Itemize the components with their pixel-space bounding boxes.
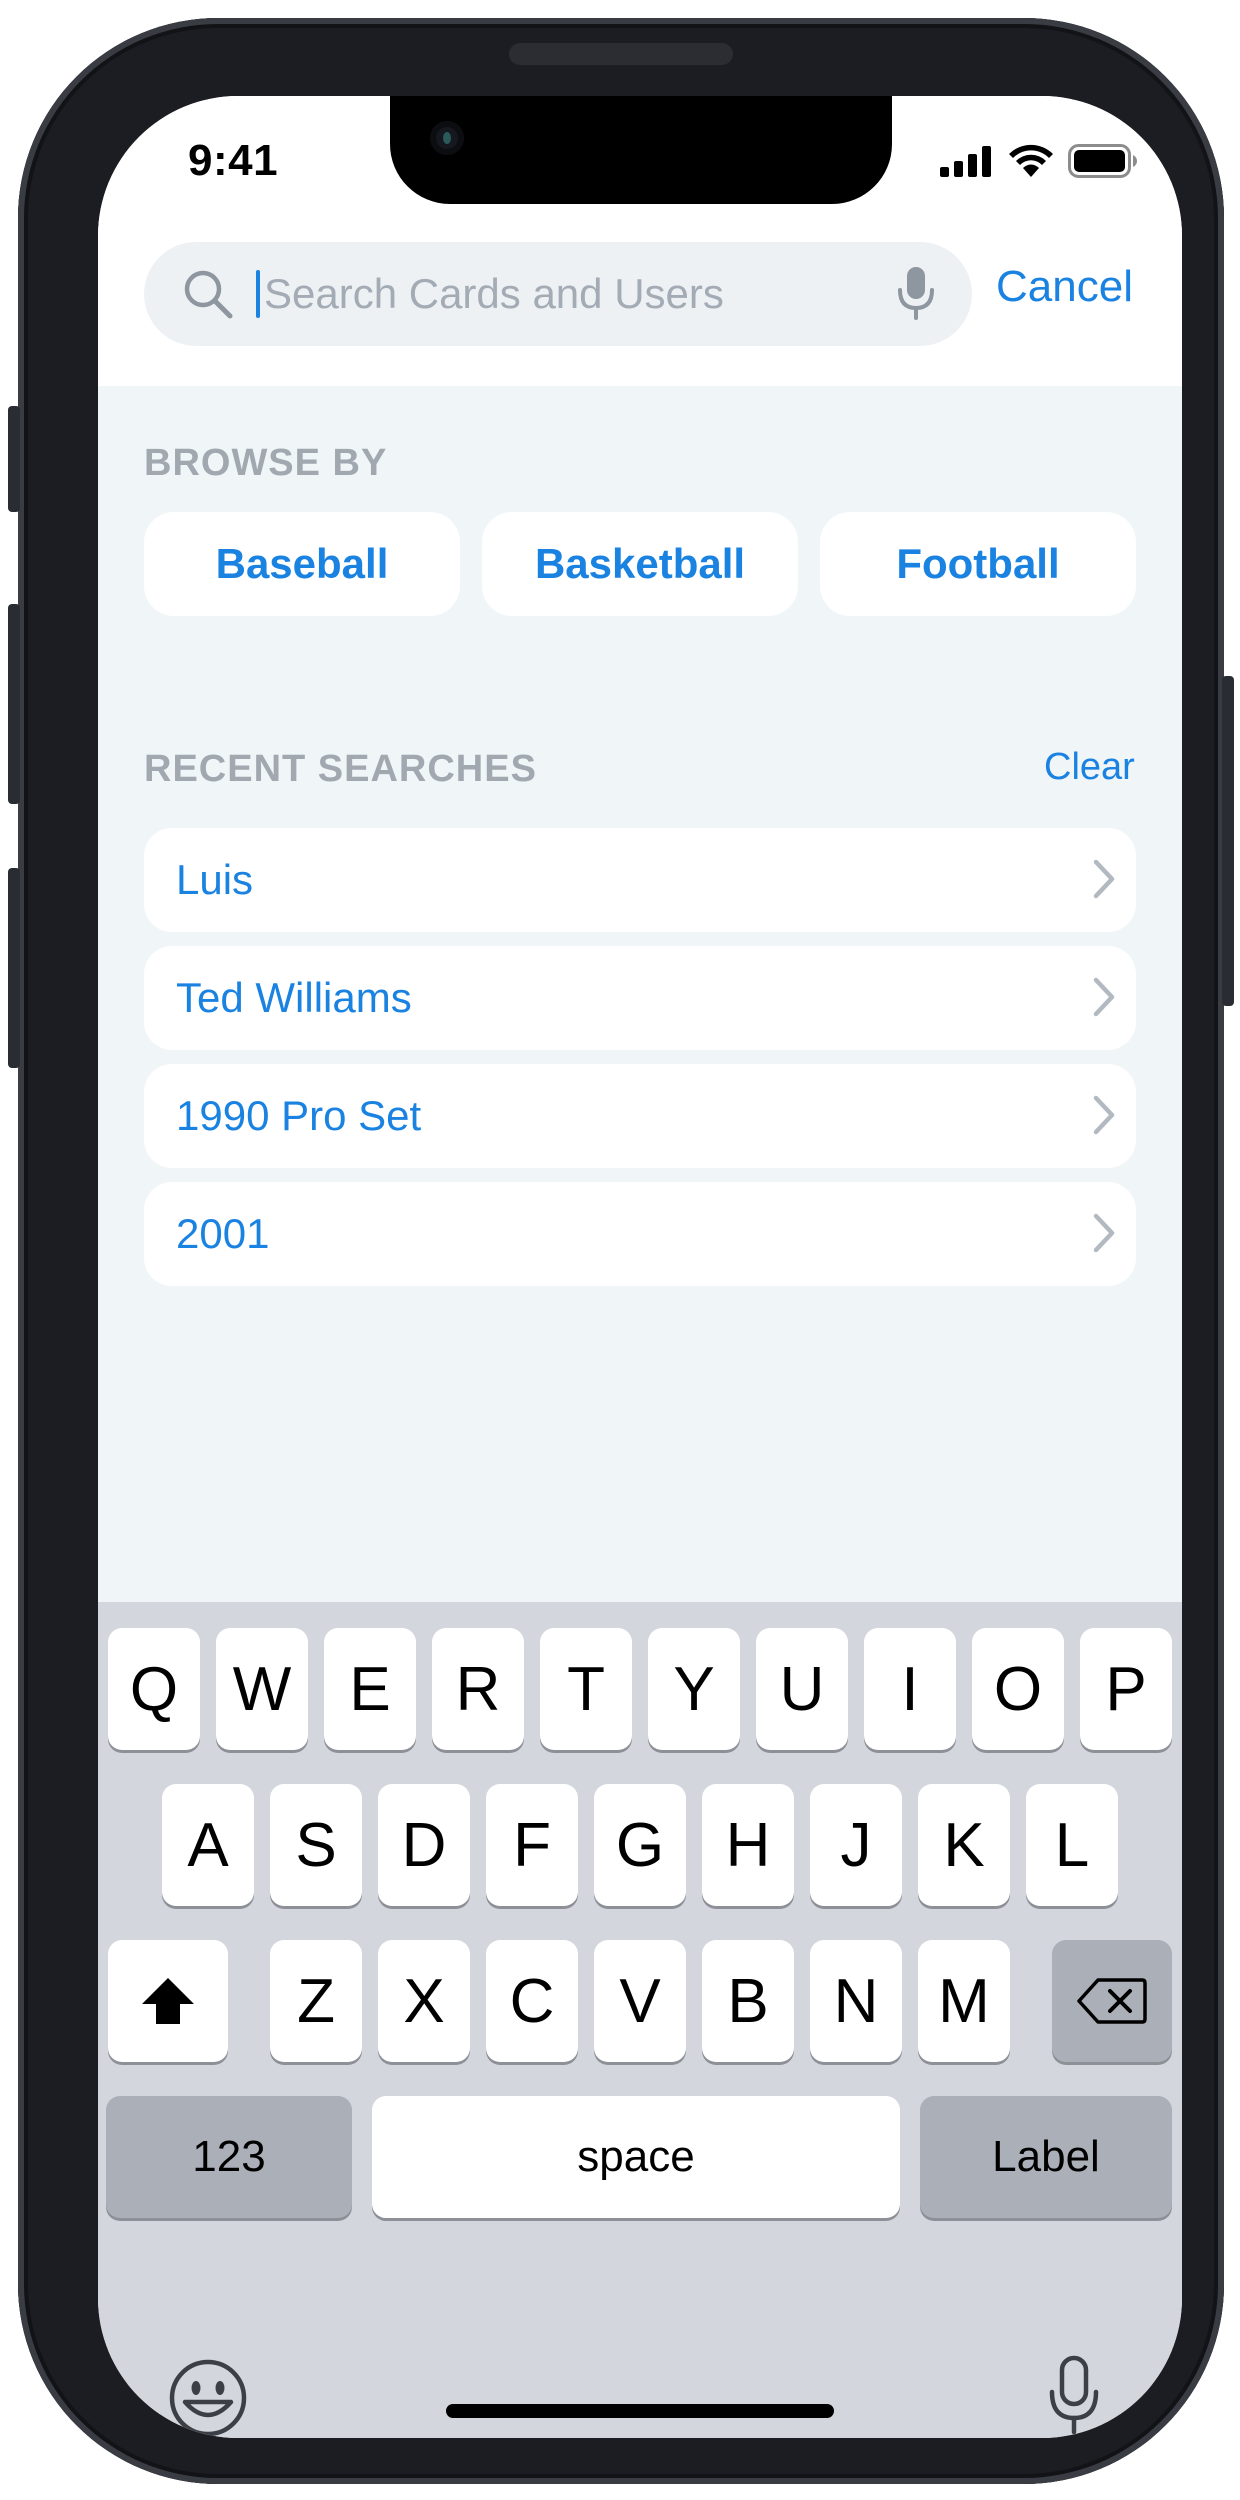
emoji-icon[interactable] [168, 2358, 248, 2438]
key-h[interactable]: H [702, 1784, 794, 1906]
phone-frame: 9:41 Search Cards and Users Cancel BROWS… [8, 18, 1234, 2484]
text-cursor [256, 270, 260, 318]
key-z[interactable]: Z [270, 1940, 362, 2062]
chevron-right-icon [1093, 859, 1115, 899]
key-l[interactable]: L [1026, 1784, 1118, 1906]
delete-icon [1077, 1978, 1147, 2024]
key-u[interactable]: U [756, 1628, 848, 1750]
key-o[interactable]: O [972, 1628, 1064, 1750]
delete-key[interactable] [1052, 1940, 1172, 2062]
recent-search-label: Ted Williams [176, 974, 412, 1021]
key-f[interactable]: F [486, 1784, 578, 1906]
earpiece-speaker [509, 43, 733, 65]
shift-icon [142, 1978, 194, 2024]
key-m[interactable]: M [918, 1940, 1010, 2062]
key-p[interactable]: P [1080, 1628, 1172, 1750]
volume-down-button [8, 868, 20, 1068]
recent-search-label: Luis [176, 856, 254, 903]
status-time: 9:41 [188, 136, 279, 185]
key-y[interactable]: Y [648, 1628, 740, 1750]
microphone-icon[interactable] [896, 264, 936, 322]
search-icon [184, 270, 233, 319]
recent-searches-heading: RECENT SEARCHES [144, 748, 537, 790]
key-r[interactable]: R [432, 1628, 524, 1750]
chevron-right-icon [1093, 1095, 1115, 1135]
key-q[interactable]: Q [108, 1628, 200, 1750]
browse-chip-football[interactable]: Football [820, 512, 1136, 616]
key-d[interactable]: D [378, 1784, 470, 1906]
key-k[interactable]: K [918, 1784, 1010, 1906]
keyboard: Q W E R T Y U I O P A S D F G H J K L Z … [98, 1602, 1182, 2438]
key-v[interactable]: V [594, 1940, 686, 2062]
chevron-right-icon [1093, 1213, 1115, 1253]
search-content: BROWSE BY Baseball Basketball Football R… [98, 386, 1182, 1602]
clear-button[interactable]: Clear [1044, 746, 1135, 789]
key-x[interactable]: X [378, 1940, 470, 2062]
cellular-signal-icon [940, 146, 991, 177]
recent-search-label: 2001 [176, 1210, 270, 1257]
microphone-icon[interactable] [1046, 2354, 1102, 2438]
key-j[interactable]: J [810, 1784, 902, 1906]
search-input[interactable] [264, 242, 884, 346]
space-key[interactable]: space [372, 2096, 900, 2218]
key-c[interactable]: C [486, 1940, 578, 2062]
search-field[interactable] [144, 242, 972, 346]
key-t[interactable]: T [540, 1628, 632, 1750]
recent-search-item[interactable]: 2001 [144, 1182, 1136, 1286]
chevron-right-icon [1093, 977, 1115, 1017]
battery-icon [1068, 144, 1137, 178]
key-a[interactable]: A [162, 1784, 254, 1906]
volume-up-button [8, 604, 20, 804]
front-camera-icon [430, 121, 464, 155]
action-button [8, 406, 20, 512]
key-b[interactable]: B [702, 1940, 794, 2062]
cancel-button[interactable]: Cancel [996, 262, 1133, 312]
power-button [1222, 676, 1234, 1006]
key-s[interactable]: S [270, 1784, 362, 1906]
status-icons [940, 144, 1138, 178]
home-indicator[interactable] [446, 2404, 834, 2418]
screen: 9:41 Search Cards and Users Cancel BROWS… [98, 96, 1182, 2438]
recent-search-label: 1990 Pro Set [176, 1092, 422, 1139]
shift-key[interactable] [108, 1940, 228, 2062]
key-e[interactable]: E [324, 1628, 416, 1750]
key-i[interactable]: I [864, 1628, 956, 1750]
key-n[interactable]: N [810, 1940, 902, 2062]
recent-search-item[interactable]: 1990 Pro Set [144, 1064, 1136, 1168]
recent-search-item[interactable]: Luis [144, 828, 1136, 932]
key-g[interactable]: G [594, 1784, 686, 1906]
browse-heading: BROWSE BY [144, 442, 388, 484]
key-w[interactable]: W [216, 1628, 308, 1750]
recent-search-item[interactable]: Ted Williams [144, 946, 1136, 1050]
browse-chip-basketball[interactable]: Basketball [482, 512, 798, 616]
return-key[interactable]: Label [920, 2096, 1172, 2218]
dynamic-island [390, 96, 892, 204]
numbers-key[interactable]: 123 [106, 2096, 352, 2218]
browse-chip-baseball[interactable]: Baseball [144, 512, 460, 616]
wifi-icon [1009, 144, 1053, 177]
